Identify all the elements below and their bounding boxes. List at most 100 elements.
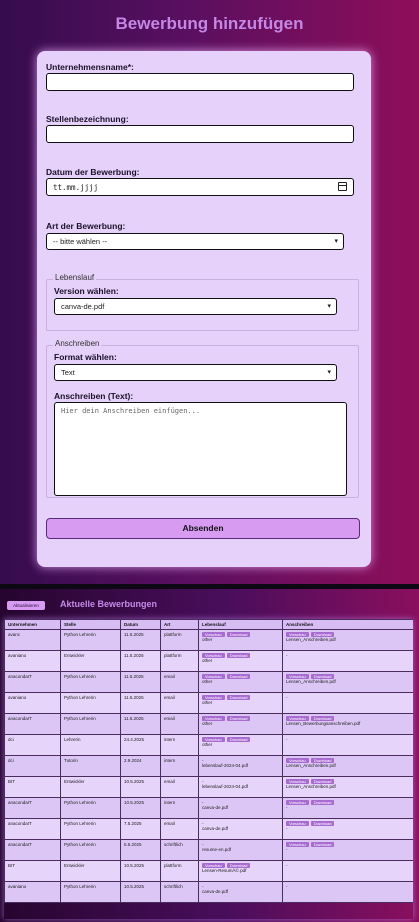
cv-version-select[interactable]: canva-de.pdf ▾: [54, 298, 337, 315]
table-row: avaniano Python Lehrerin 10.5.2025 schriftl…: [4, 881, 413, 903]
date-input[interactable]: tt.mm.jjjj: [46, 178, 354, 196]
download-button[interactable]: Download: [226, 695, 251, 700]
submit-button[interactable]: Absenden: [46, 518, 360, 539]
cv-file: other: [202, 679, 213, 684]
cell-date: 24.4.2025: [120, 734, 161, 756]
cell-position: Python Lehrerin: [60, 671, 121, 693]
cell-company: avaniano: [4, 650, 61, 672]
preview-button[interactable]: Vorschau: [286, 821, 309, 826]
cell-cv: Vorschau Download other: [198, 692, 283, 714]
table-row: dci Lehrerin 24.4.2025 intern Vorschau Downlo…: [4, 734, 413, 756]
cell-position: Python Lehrerin: [60, 797, 121, 819]
form-section: Bewerbung hinzufügen Unternehmensname*: …: [0, 0, 419, 584]
cover-file: -: [286, 863, 288, 868]
cell-cv: - lebenslauf-2024-04.pdf: [198, 776, 283, 798]
cell-type: plattform: [160, 650, 199, 672]
cell-cv: - canva-de.pdf: [198, 881, 283, 903]
column-header: Anschreiben: [282, 619, 413, 630]
cell-cv: Vorschau Download other: [198, 650, 283, 672]
cell-cover: Vorschau Download -: [282, 839, 413, 861]
cv-file: other: [202, 658, 213, 663]
position-input[interactable]: [46, 125, 354, 143]
cell-type: email: [160, 671, 199, 693]
cell-position: Lehrerin: [60, 734, 121, 756]
download-button[interactable]: Download: [226, 674, 251, 679]
cell-date: 10.5.2025: [120, 860, 161, 882]
position-label: Stellenbezeichnung:: [46, 114, 129, 124]
table-row: anacondaIT Python Lehrerin 11.5.2025 email V…: [4, 671, 413, 693]
download-button[interactable]: Download: [310, 842, 335, 847]
cell-position: Python Lehrerin: [60, 881, 121, 903]
cell-type: schriftlich: [160, 881, 199, 903]
cell-company: BIT: [4, 776, 61, 798]
cell-company: avaniano: [4, 881, 61, 903]
table-row: BIT Entwickler 10.5.2025 plattform Vorschau D…: [4, 860, 413, 882]
cell-type: intern: [160, 734, 199, 756]
cell-type: email: [160, 692, 199, 714]
cover-file: -: [286, 884, 288, 889]
cell-cover: -: [282, 860, 413, 882]
download-button[interactable]: Download: [226, 737, 251, 742]
chevron-down-icon: ▾: [327, 303, 331, 310]
refresh-button[interactable]: Aktualisieren: [7, 601, 45, 610]
preview-button[interactable]: Vorschau: [286, 842, 309, 847]
column-header: Datum: [120, 619, 161, 630]
cover-file: Lensen_Bewerbungsanschreiben.pdf: [286, 721, 361, 726]
download-button[interactable]: Download: [226, 632, 251, 637]
applications-table: Unternehmen Stelle Datum Art Lebenslauf Ansch…: [4, 619, 413, 919]
cv-file: other: [202, 637, 213, 642]
cell-position: Python Lehrerin: [60, 839, 121, 861]
cell-company: anacondaIT: [4, 713, 61, 735]
cover-format-select[interactable]: Text ▾: [54, 364, 337, 381]
cell-company: avanc: [4, 629, 61, 651]
download-button[interactable]: Download: [226, 653, 251, 658]
table-row: avanc Python Lehrerin 11.5.2025 plattform Vo…: [4, 629, 413, 651]
cover-text-label: Anschreiben (Text):: [54, 391, 134, 401]
cell-cover: Vorschau Download -: [282, 797, 413, 819]
cell-date: 11.5.2025: [120, 650, 161, 672]
cv-file: canva-de.pdf: [202, 805, 229, 810]
cell-position: Entwickler: [60, 860, 121, 882]
cell-date: 5.5.2025: [120, 839, 161, 861]
cell-type: plattform: [160, 860, 199, 882]
cell-cover: Vorschau Download Lensen_Anschreiben.pdf: [282, 629, 413, 651]
cell-type: intern: [160, 797, 199, 819]
cell-position: Entwickler: [60, 650, 121, 672]
preview-button[interactable]: Vorschau: [286, 800, 309, 805]
cover-textarea[interactable]: Hier dein Anschreiben einfügen...: [54, 402, 347, 496]
cell-cv: Vorschau Download other: [198, 629, 283, 651]
download-button[interactable]: Download: [310, 800, 335, 805]
cover-file: -: [286, 805, 288, 810]
cell-cover: -: [282, 692, 413, 714]
company-label: Unternehmensname*:: [46, 62, 134, 72]
cover-file: -: [286, 695, 288, 700]
cover-format-label: Format wählen:: [54, 352, 117, 362]
page-title: Bewerbung hinzufügen: [115, 14, 304, 33]
cell-date: 10.5.2025: [120, 797, 161, 819]
download-button[interactable]: Download: [226, 716, 251, 721]
calendar-icon[interactable]: [338, 182, 347, 191]
cell-type: plattform: [160, 629, 199, 651]
cell-date: 10.5.2025: [120, 881, 161, 903]
type-select[interactable]: -- bitte wählen -- ▾: [46, 233, 344, 250]
column-header: Stelle: [60, 619, 121, 630]
cover-text-placeholder: Hier dein Anschreiben einfügen...: [61, 407, 201, 415]
cv-legend: Lebenslauf: [53, 273, 97, 282]
cell-company: anacondaIT: [4, 797, 61, 819]
download-button[interactable]: Download: [310, 821, 335, 826]
cell-company: avaniano: [4, 692, 61, 714]
cell-date: 11.5.2025: [120, 671, 161, 693]
cv-file: lebenslauf-2024-04.pdf: [202, 784, 249, 789]
company-input[interactable]: [46, 73, 354, 91]
cover-file: -: [286, 826, 288, 831]
table-row: BIT Entwickler 10.5.2025 email - lebenslauf-2…: [4, 776, 413, 798]
cell-cv: - canva-de.pdf: [198, 818, 283, 840]
cell-date: 7.5.2025: [120, 818, 161, 840]
cell-position: Python Lehrerin: [60, 629, 121, 651]
table-row: anacondaIT Python Lehrerin 11.5.2025 email V…: [4, 713, 413, 735]
cell-type: email: [160, 776, 199, 798]
cell-position: Python Lehrerin: [60, 713, 121, 735]
cover-file: Lensen_Anschreiben.pdf: [286, 679, 336, 684]
cell-type: schriftlich: [160, 839, 199, 861]
cell-cover: -: [282, 650, 413, 672]
